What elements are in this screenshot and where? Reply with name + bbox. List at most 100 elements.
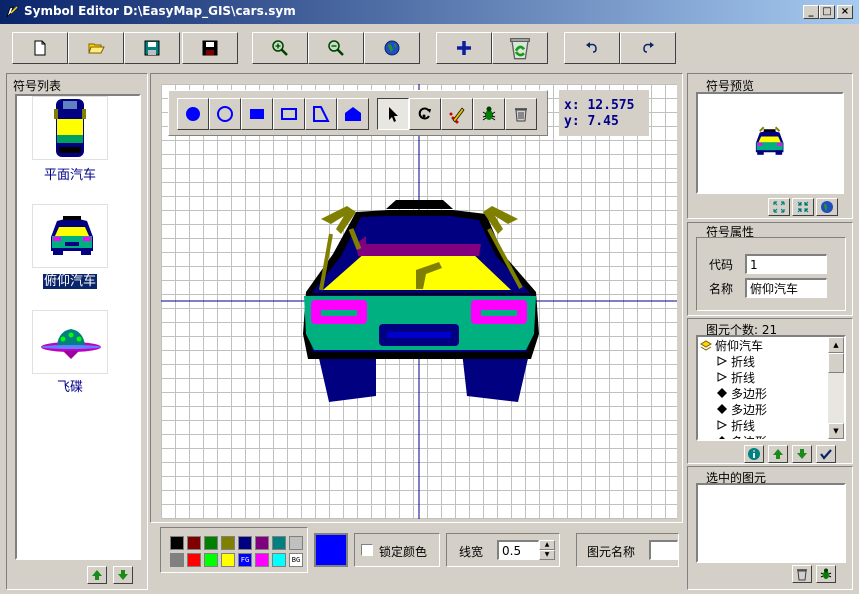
fit-preview-button[interactable] [768, 198, 790, 216]
shrink-preview-button[interactable] [792, 198, 814, 216]
palette-swatch[interactable] [255, 553, 269, 567]
drawing-grid[interactable] [161, 84, 677, 519]
undo-button[interactable] [564, 32, 620, 64]
elements-panel: 图元个数: 21 俯仰汽车 折线折线多边形多边形折线多边形 ▲ ▼ [687, 318, 853, 464]
move-symbol-up-button[interactable] [87, 566, 107, 584]
palette-swatch[interactable] [238, 536, 252, 550]
open-folder-icon [88, 43, 105, 54]
zoom-in-button[interactable] [252, 32, 308, 64]
symbol-properties-panel: 符号属性 代码 名称 [687, 222, 853, 316]
tree-item[interactable]: 折线 [716, 417, 755, 433]
filled-circle-tool[interactable] [177, 98, 209, 130]
scroll-down-button[interactable]: ▼ [828, 423, 844, 439]
palette-swatch[interactable] [221, 553, 235, 567]
element-name-label: 图元名称 [587, 545, 636, 559]
info-icon [748, 448, 760, 460]
save-as-button[interactable] [182, 32, 238, 64]
rect-tool[interactable] [273, 98, 305, 130]
save-icon [144, 40, 160, 56]
checkmark-icon [820, 449, 832, 460]
palette-swatch[interactable] [170, 553, 184, 567]
filled-rect-tool[interactable] [241, 98, 273, 130]
palette-swatch[interactable] [255, 536, 269, 550]
select-tool[interactable] [377, 98, 409, 130]
open-file-button[interactable] [68, 32, 124, 64]
tree-item-label: 多边形 [731, 433, 767, 440]
tree-item-label: 折线 [731, 370, 756, 385]
close-button[interactable]: × [837, 5, 853, 19]
current-color-swatch[interactable] [314, 533, 348, 567]
palette-swatch[interactable]: FG [238, 553, 252, 567]
symbol-list[interactable]: 平面汽车 俯仰汽车 飞碟 [15, 94, 141, 560]
edit-points-tool[interactable] [441, 98, 473, 130]
element-down-button[interactable] [792, 445, 812, 463]
spin-down-button[interactable]: ▼ [539, 550, 555, 560]
redo-button[interactable] [620, 32, 676, 64]
new-file-icon [34, 40, 46, 56]
palette-swatch[interactable] [221, 536, 235, 550]
line-width-group: 线宽 ▲ ▼ [446, 533, 560, 567]
line-width-input[interactable] [497, 540, 539, 560]
add-symbol-button[interactable] [436, 32, 492, 64]
new-file-button[interactable] [12, 32, 68, 64]
delete-selected-button[interactable] [792, 565, 812, 583]
tree-root[interactable]: 俯仰汽车 [700, 337, 763, 353]
spin-up-button[interactable]: ▲ [539, 540, 555, 550]
tree-item-label: 折线 [731, 418, 756, 433]
tree-item[interactable]: 多边形 [716, 401, 767, 417]
save-button[interactable] [124, 32, 180, 64]
palette-swatch[interactable] [272, 553, 286, 567]
rectangle-outline-icon [281, 108, 297, 120]
delete-element-tool[interactable] [505, 98, 537, 130]
bottom-property-bar: FG BG 锁定颜色 线宽 ▲ ▼ 图元名称 [150, 523, 683, 590]
element-info-button[interactable] [744, 445, 764, 463]
palette-swatch[interactable] [289, 536, 303, 550]
lock-color-checkbox[interactable] [361, 544, 373, 556]
polygon-icon [719, 436, 725, 439]
palette-swatch[interactable]: BG [289, 553, 303, 567]
globe-button[interactable] [364, 32, 420, 64]
filled-rectangle-icon [250, 109, 264, 119]
element-tree[interactable]: 俯仰汽车 折线折线多边形多边形折线多边形 ▲ ▼ [696, 335, 846, 441]
debug-tool[interactable] [473, 98, 505, 130]
palette-swatch[interactable] [204, 536, 218, 550]
circle-tool[interactable] [209, 98, 241, 130]
polyline-icon [717, 372, 728, 382]
tree-item[interactable]: 多边形 [716, 433, 767, 440]
move-symbol-down-button[interactable] [113, 566, 133, 584]
tree-scrollbar[interactable]: ▲ ▼ [828, 337, 844, 439]
delete-symbol-button[interactable] [492, 32, 548, 64]
polyline-tool[interactable] [305, 98, 337, 130]
polygon-tool[interactable] [337, 98, 369, 130]
debug-selected-button[interactable] [816, 565, 836, 583]
element-confirm-button[interactable] [816, 445, 836, 463]
code-label: 代码 [709, 258, 734, 272]
maximize-button[interactable]: □ [819, 5, 835, 19]
name-input[interactable] [745, 278, 827, 298]
line-width-spinner[interactable]: ▲ ▼ [539, 540, 555, 560]
palette-swatch[interactable] [187, 536, 201, 550]
rotate-tool[interactable] [409, 98, 441, 130]
lock-color-label: 锁定颜色 [379, 545, 428, 559]
palette-swatch[interactable] [170, 536, 184, 550]
selected-elements-list[interactable] [696, 483, 846, 563]
minimize-button[interactable]: _ [803, 5, 819, 19]
tree-item[interactable]: 折线 [716, 369, 755, 385]
element-name-input[interactable] [649, 540, 678, 560]
preview-globe-button[interactable] [816, 198, 838, 216]
scroll-thumb[interactable] [828, 353, 844, 373]
code-input[interactable] [745, 254, 827, 274]
tree-item[interactable]: 多边形 [716, 385, 767, 401]
circle-outline-icon [217, 106, 233, 122]
scroll-up-button[interactable]: ▲ [828, 337, 844, 353]
pencil-points-icon [449, 107, 465, 124]
zoom-out-button[interactable] [308, 32, 364, 64]
tree-item[interactable]: 折线 [716, 353, 755, 369]
globe-icon [821, 201, 833, 213]
palette-swatch[interactable] [204, 553, 218, 567]
palette-swatch[interactable] [272, 536, 286, 550]
element-up-button[interactable] [768, 445, 788, 463]
palette-swatch[interactable] [187, 553, 201, 567]
tilt-car-image [51, 216, 93, 255]
bug-icon [820, 568, 832, 579]
